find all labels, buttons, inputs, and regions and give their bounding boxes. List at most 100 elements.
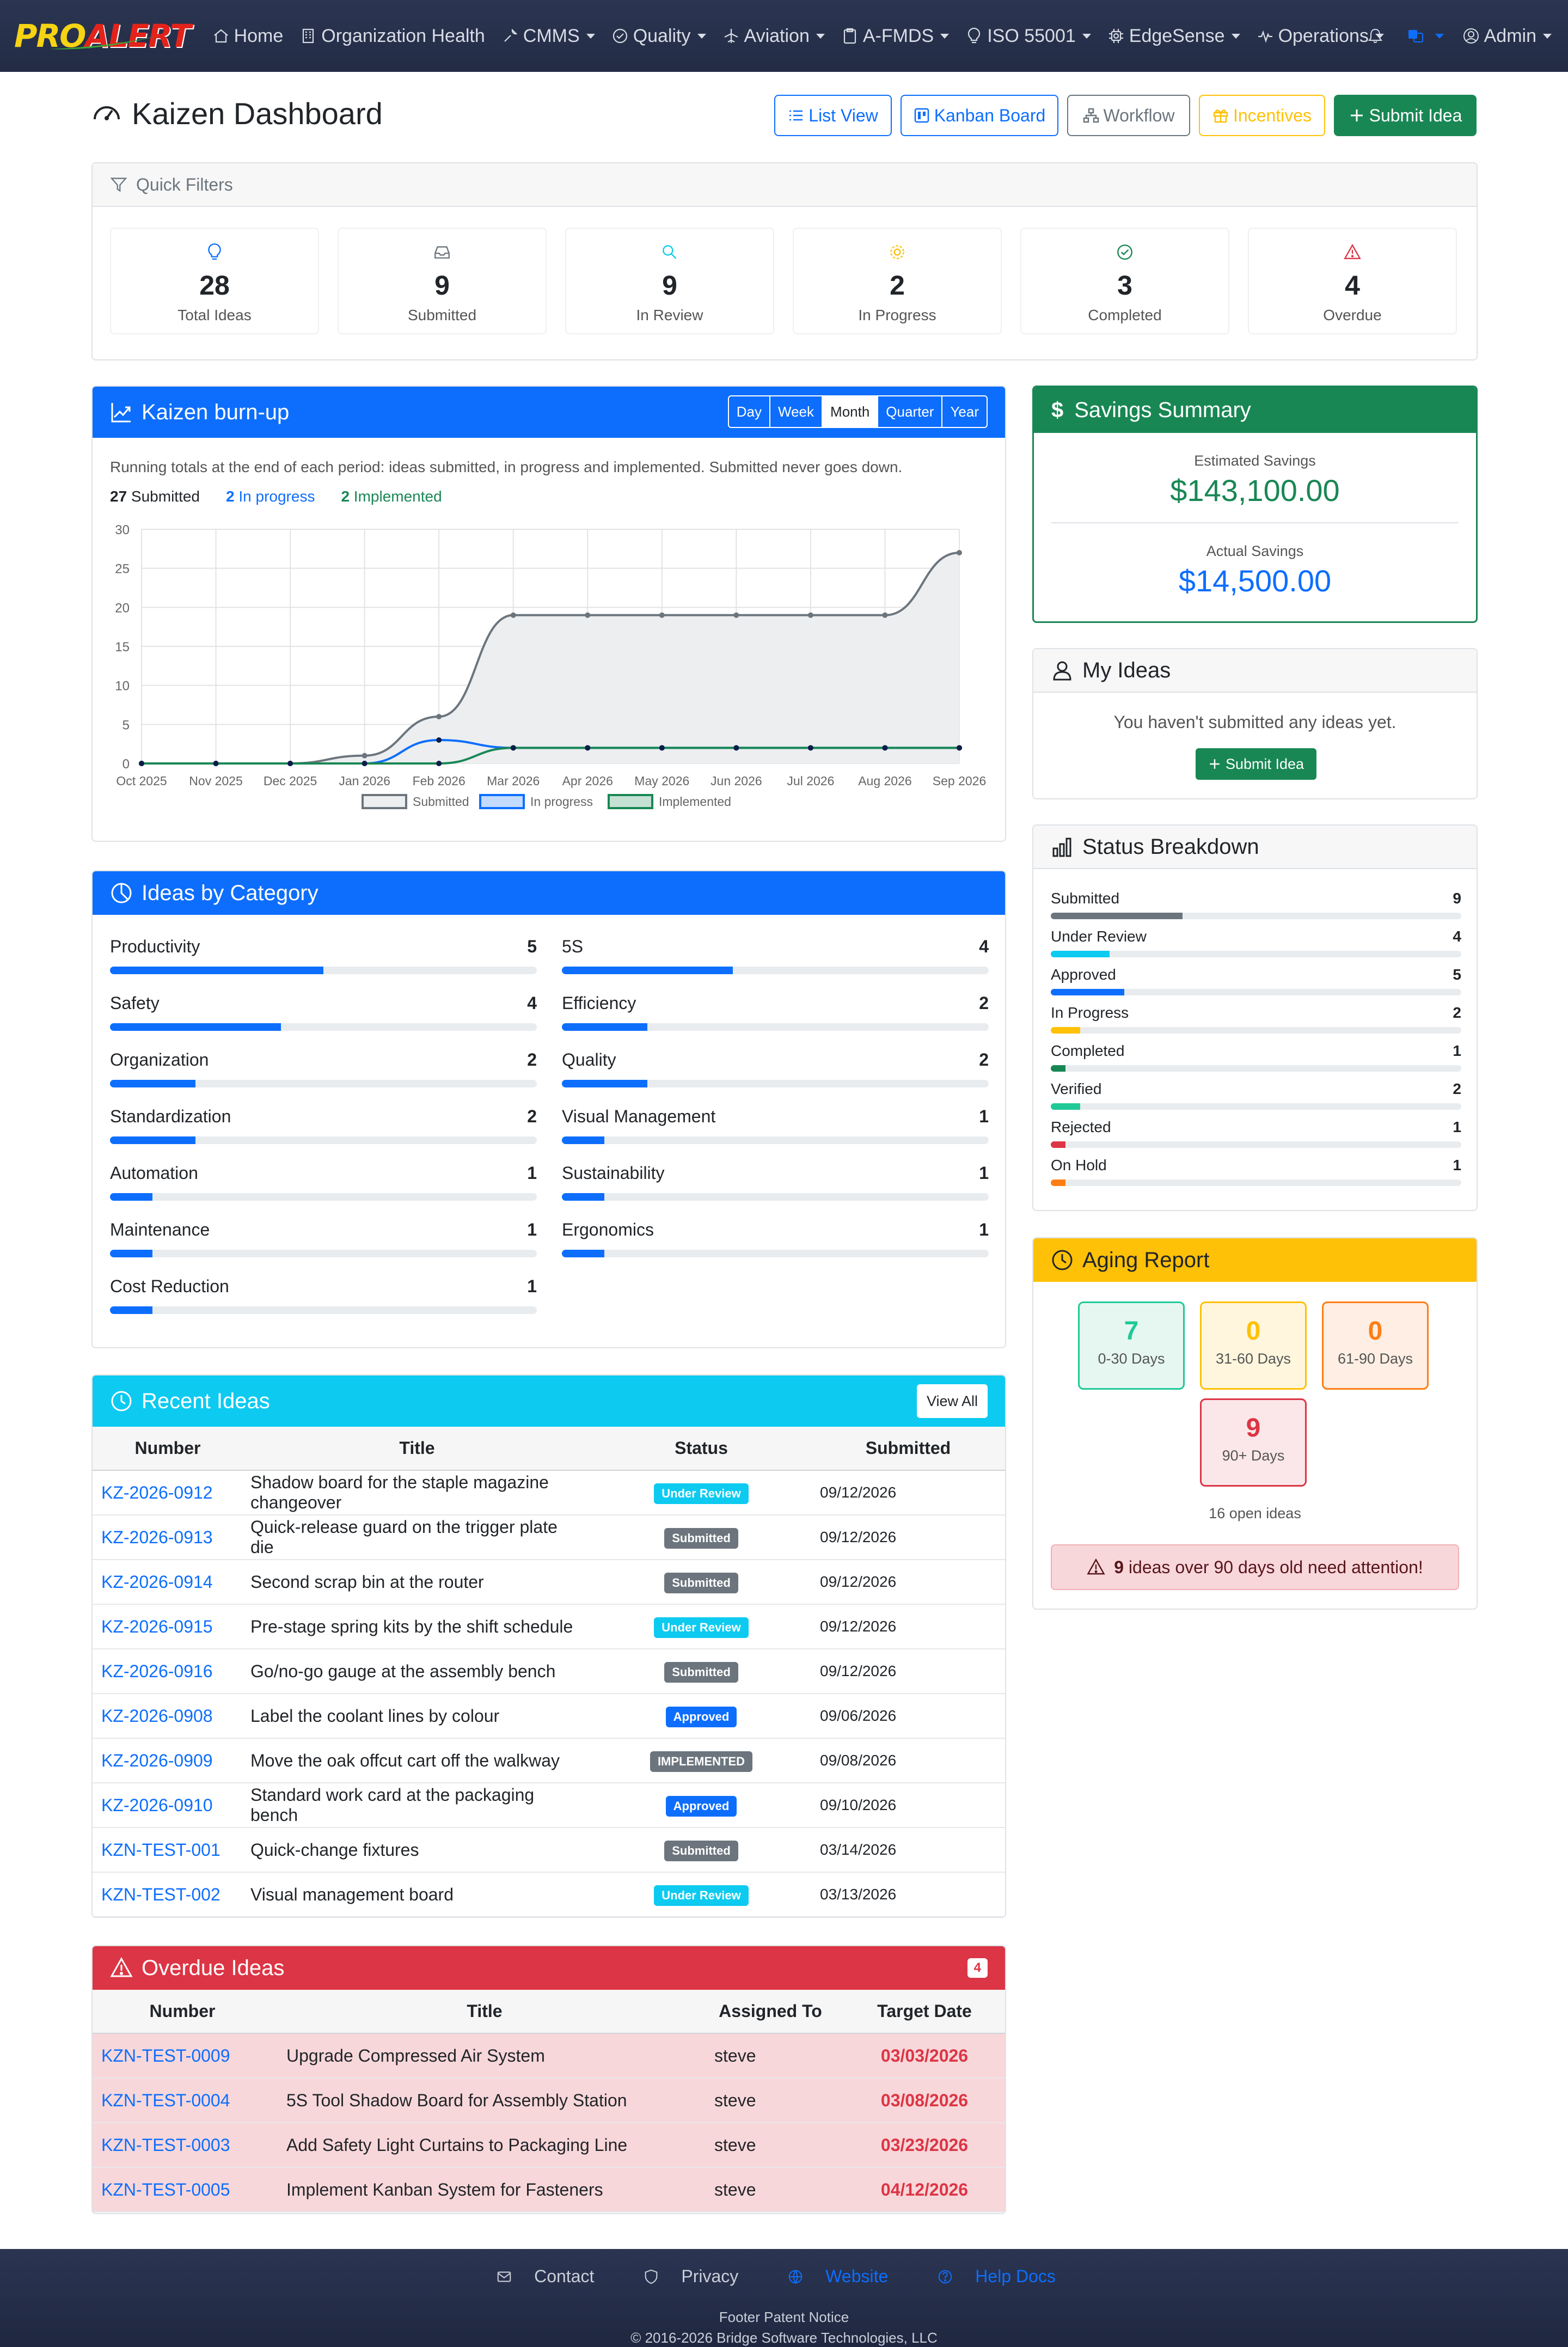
idea-number-link[interactable]: KZ-2026-0915 (101, 1617, 213, 1636)
nav-item-aviation[interactable]: Aviation (722, 26, 825, 47)
table-row[interactable]: KZ-2026-0916 Go/no-go gauge at the assemb… (93, 1649, 1005, 1694)
submitted-date: 03/13/2026 (820, 1886, 897, 1903)
x-tick-label: Jul 2026 (787, 774, 834, 788)
column-header[interactable]: Title (243, 1427, 591, 1471)
status-item[interactable]: Completed 1 (1051, 1042, 1461, 1072)
idea-number-link[interactable]: KZ-2026-0912 (101, 1483, 213, 1502)
idea-number-link[interactable]: KZ-2026-0914 (101, 1572, 213, 1592)
aging-bucket-90-days[interactable]: 9 90+ Days (1200, 1398, 1307, 1487)
idea-number-link[interactable]: KZN-TEST-0003 (101, 2135, 230, 2155)
idea-title: Label the coolant lines by colour (250, 1706, 500, 1726)
column-header[interactable]: Number (93, 1990, 272, 2034)
my-ideas-submit-button[interactable]: Submit Idea (1196, 748, 1316, 780)
quick-filter-total-ideas[interactable]: 28 Total Ideas (110, 228, 319, 334)
overdue-ideas-table: Number Title Assigned To Target Date KZN-TE… (93, 1990, 1005, 2212)
table-row[interactable]: KZN-TEST-0004 5S Tool Shadow Board for As… (93, 2078, 1005, 2123)
period-quarter-button[interactable]: Quarter (878, 396, 943, 427)
idea-number-link[interactable]: KZ-2026-0910 (101, 1795, 213, 1815)
language-switcher[interactable] (1407, 27, 1444, 45)
period-year-button[interactable]: Year (942, 396, 987, 427)
user-menu[interactable]: Admin (1462, 26, 1552, 47)
idea-number-link[interactable]: KZN-TEST-0005 (101, 2180, 230, 2199)
table-row[interactable]: KZN-TEST-0009 Upgrade Compressed Air Syst… (93, 2033, 1005, 2079)
table-row[interactable]: KZ-2026-0912 Shadow board for the staple … (93, 1470, 1005, 1515)
list-view-button[interactable]: List View (774, 95, 892, 136)
table-row[interactable]: KZ-2026-0908 Label the coolant lines by c… (93, 1694, 1005, 1739)
category-bar-fill (110, 1023, 281, 1031)
idea-number-link[interactable]: KZ-2026-0916 (101, 1661, 213, 1681)
nav-item-cmms[interactable]: CMMS (501, 26, 595, 47)
idea-number-link[interactable]: KZ-2026-0909 (101, 1751, 213, 1770)
period-month-button[interactable]: Month (823, 396, 879, 427)
category-bar-fill (562, 1250, 605, 1257)
idea-number-link[interactable]: KZN-TEST-002 (101, 1885, 220, 1904)
quick-filter-completed[interactable]: 3 Completed (1020, 228, 1229, 334)
column-header[interactable]: Assigned To (697, 1990, 844, 2034)
idea-number-link[interactable]: KZN-TEST-001 (101, 1840, 220, 1860)
column-header[interactable]: Submitted (811, 1427, 1005, 1471)
quick-filter-overdue[interactable]: 4 Overdue (1248, 228, 1457, 334)
status-bar-track (1051, 1179, 1461, 1186)
aging-bucket-61-90-days[interactable]: 0 61-90 Days (1322, 1301, 1429, 1390)
nav-item-quality[interactable]: Quality (611, 26, 706, 47)
table-row[interactable]: KZ-2026-0909 Move the oak offcut cart off… (93, 1738, 1005, 1783)
column-header[interactable]: Target Date (844, 1990, 1005, 2034)
idea-number-link[interactable]: KZ-2026-0913 (101, 1527, 213, 1547)
idea-number-link[interactable]: KZN-TEST-0009 (101, 2046, 230, 2065)
table-row[interactable]: KZN-TEST-0005 Implement Kanban System for… (93, 2167, 1005, 2212)
table-row[interactable]: KZN-TEST-002 Visual management board Under… (93, 1872, 1005, 1917)
nav-item-home[interactable]: Home (212, 25, 284, 47)
table-row[interactable]: KZN-TEST-0003 Add Safety Light Curtains t… (93, 2123, 1005, 2168)
assigned-to: steve (714, 2045, 756, 2065)
plus-icon (1210, 759, 1220, 769)
aging-bucket-0-30-days[interactable]: 7 0-30 Days (1078, 1301, 1185, 1390)
status-item[interactable]: In Progress 2 (1051, 1004, 1461, 1034)
nav-item-a-fmds[interactable]: A-FMDS (841, 26, 950, 47)
idea-number-link[interactable]: KZ-2026-0908 (101, 1706, 213, 1726)
status-item[interactable]: Under Review 4 (1051, 928, 1461, 957)
nav-item-iso-55001[interactable]: ISO 55001 (965, 26, 1091, 47)
submit-idea-button[interactable]: Submit Idea (1334, 95, 1477, 136)
nav-item-label: Home (234, 25, 284, 46)
category-bar-fill (562, 1193, 605, 1201)
incentives-button[interactable]: Incentives (1199, 95, 1325, 136)
status-item[interactable]: Verified 2 (1051, 1080, 1461, 1110)
column-header[interactable]: Number (93, 1427, 243, 1471)
kanban-board-button[interactable]: Kanban Board (901, 95, 1058, 136)
workflow-button[interactable]: Workflow (1067, 95, 1190, 136)
footer-link-help-docs[interactable]: Help Docs (937, 2266, 1072, 2287)
period-week-button[interactable]: Week (770, 396, 823, 427)
bell-icon[interactable] (1367, 27, 1388, 45)
status-item[interactable]: Approved 5 (1051, 966, 1461, 995)
footer-link-privacy[interactable]: Privacy (643, 2266, 755, 2287)
footer-link-contact[interactable]: Contact (496, 2266, 610, 2287)
status-bar-fill (1051, 951, 1110, 957)
chart-legend: Submitted In progress Implemented (362, 794, 731, 809)
idea-number-link[interactable]: KZN-TEST-0004 (101, 2091, 230, 2110)
table-row[interactable]: KZ-2026-0913 Quick-release guard on the t… (93, 1515, 1005, 1560)
aging-bucket-31-60-days[interactable]: 0 31-60 Days (1200, 1301, 1307, 1390)
nav-item-organization-health[interactable]: Organization Health (299, 26, 485, 47)
table-row[interactable]: KZ-2026-0914 Second scrap bin at the rout… (93, 1560, 1005, 1605)
footer: Contact Privacy Website Help Docs Footer Pa… (0, 2249, 1568, 2347)
column-header[interactable]: Title (272, 1990, 697, 2034)
status-name: On Hold (1051, 1157, 1107, 1174)
footer-link-label: Privacy (681, 2266, 739, 2286)
quick-filter-in-review[interactable]: 9 In Review (565, 228, 774, 334)
column-header[interactable]: Status (591, 1427, 811, 1471)
table-row[interactable]: KZ-2026-0910 Standard work card at the pa… (93, 1783, 1005, 1828)
period-day-button[interactable]: Day (729, 396, 771, 427)
nav-item-edgesense[interactable]: EdgeSense (1107, 26, 1240, 47)
quick-filter-submitted[interactable]: 9 Submitted (338, 228, 547, 334)
status-item[interactable]: Rejected 1 (1051, 1119, 1461, 1148)
status-item[interactable]: Submitted 9 (1051, 890, 1461, 919)
footer-link-website[interactable]: Website (787, 2266, 904, 2287)
table-row[interactable]: KZN-TEST-001 Quick-change fixtures Submitt… (93, 1828, 1005, 1873)
table-row[interactable]: KZ-2026-0915 Pre-stage spring kits by the… (93, 1604, 1005, 1649)
submitted-date: 09/10/2026 (820, 1796, 897, 1813)
category-count: 1 (979, 1163, 989, 1183)
quick-filter-in-progress[interactable]: 2 In Progress (793, 228, 1002, 334)
view-all-button[interactable]: View All (916, 1384, 988, 1418)
status-item[interactable]: On Hold 1 (1051, 1157, 1461, 1186)
x-tick-label: May 2026 (634, 774, 689, 788)
